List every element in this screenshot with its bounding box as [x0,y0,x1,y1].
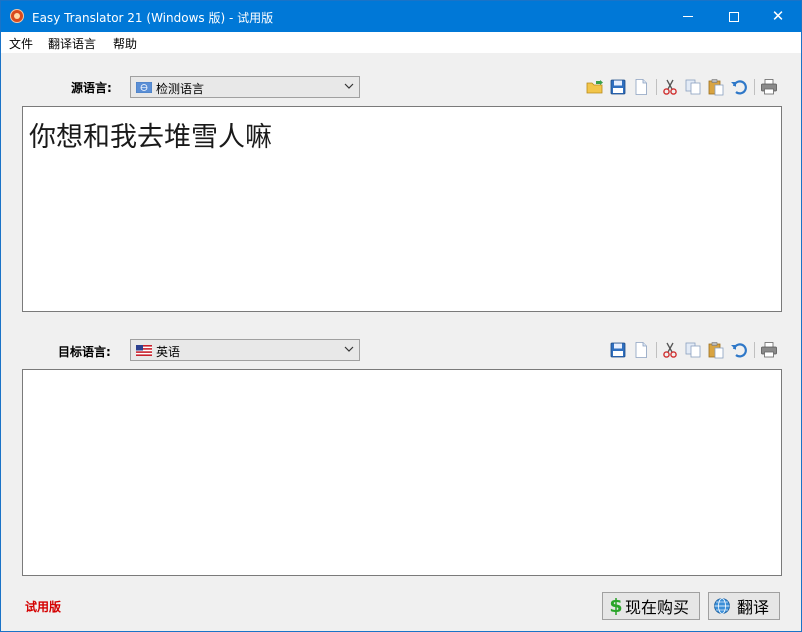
toolbar-separator [656,342,657,358]
toolbar-separator [754,79,755,95]
source-language-label: 源语言: [71,81,112,95]
us-flag-icon [136,345,152,356]
buy-now-button[interactable]: $ 现在购买 [602,592,700,620]
source-text: 你想和我去堆雪人嘛 [29,122,272,153]
chevron-down-icon [344,346,354,352]
menu-help[interactable]: 帮助 [113,35,137,52]
dollar-icon: $ [609,595,623,617]
trial-version-label: 试用版 [25,600,62,614]
minimize-button[interactable] [665,1,711,32]
maximize-button[interactable] [711,1,757,32]
title-bar[interactable]: Easy Translator 21 (Windows 版) - 试用版 ✕ [1,1,801,32]
save-icon[interactable] [609,341,627,359]
translate-button[interactable]: 翻译 [708,592,780,620]
paste-icon[interactable] [707,341,725,359]
menu-bar: 文件 翻译语言 帮助 [1,32,801,53]
cut-icon[interactable] [661,341,679,359]
close-icon: ✕ [771,7,785,25]
menu-file[interactable]: 文件 [9,35,33,52]
paste-icon[interactable] [707,78,725,96]
maximize-icon [729,11,739,22]
save-icon[interactable] [609,78,627,96]
window-title: Easy Translator 21 (Windows 版) - 试用版 [32,11,274,25]
target-language-dropdown[interactable]: 英语 [130,339,360,361]
buy-now-label: 现在购买 [625,598,690,617]
app-logo-icon [10,9,24,23]
new-document-icon[interactable] [632,78,650,96]
world-flag-icon [136,82,152,93]
source-toolbar [586,78,781,98]
new-document-icon[interactable] [632,341,650,359]
toolbar-separator [656,79,657,95]
app-window: Easy Translator 21 (Windows 版) - 试用版 ✕ 文… [0,0,802,632]
chevron-down-icon [344,83,354,89]
print-icon[interactable] [760,341,778,359]
source-language-dropdown[interactable]: 检测语言 [130,76,360,98]
cut-icon[interactable] [661,78,679,96]
toolbar-separator [754,342,755,358]
undo-icon[interactable] [730,341,748,359]
target-language-label: 目标语言: [58,345,111,359]
translate-label: 翻译 [737,598,770,617]
source-text-area[interactable]: 你想和我去堆雪人嘛 [22,106,782,312]
source-language-value: 检测语言 [156,82,205,96]
open-folder-icon[interactable] [586,78,604,96]
target-text-area[interactable] [22,369,782,576]
undo-icon[interactable] [730,78,748,96]
print-icon[interactable] [760,78,778,96]
close-button[interactable]: ✕ [755,1,801,32]
target-language-value: 英语 [156,345,181,359]
menu-translate-language[interactable]: 翻译语言 [48,35,96,52]
minimize-icon [683,16,693,17]
target-toolbar [609,341,781,361]
globe-icon [714,598,730,614]
copy-icon[interactable] [684,78,702,96]
copy-icon[interactable] [684,341,702,359]
